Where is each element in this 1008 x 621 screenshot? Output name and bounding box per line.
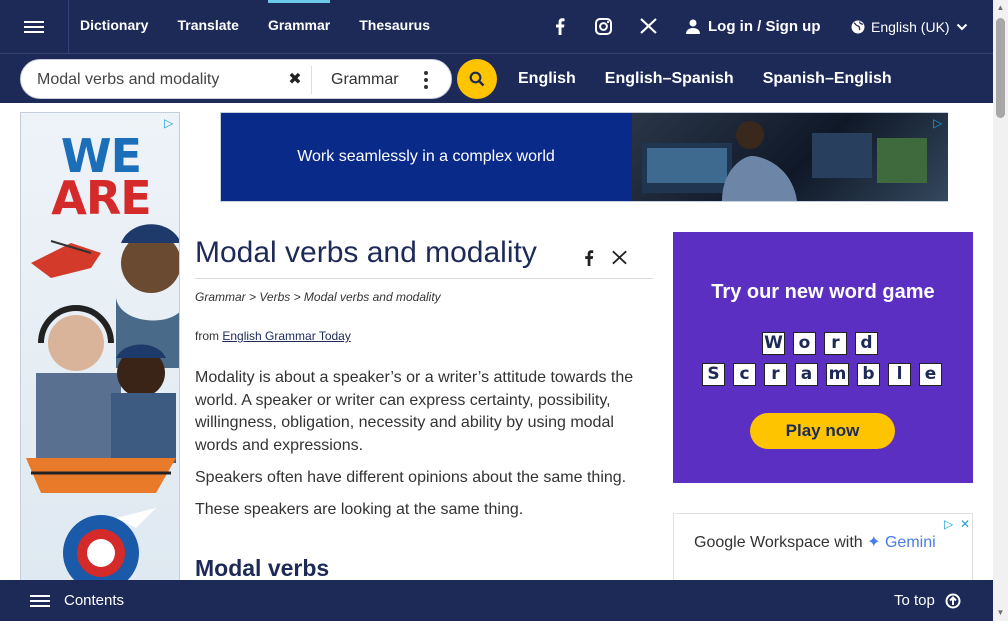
contents-label: Contents [64,592,125,609]
bottom-bar: Contents To top [0,580,993,621]
word-tile: b [857,363,880,386]
breadcrumb[interactable]: Grammar > Verbs > Modal verbs and modali… [195,290,441,304]
scroll-up-arrow[interactable]: ▲ [996,3,1005,12]
search-bar: Modal verbs and modality ✖ Grammar Engli… [0,53,993,103]
source-link[interactable]: English Grammar Today [222,329,351,343]
tab-english-spanish[interactable]: English–Spanish [605,70,734,88]
search-button[interactable] [457,59,497,99]
x-share-icon[interactable] [612,250,627,265]
share-icons [584,250,627,266]
word-tile: l [888,363,911,386]
word-tile: c [733,363,756,386]
to-top-label: To top [894,592,935,609]
dictionary-select[interactable]: Grammar [331,71,399,89]
nav-links: Dictionary Translate Grammar Thesaurus [80,0,459,53]
language-tabs: English English–Spanish Spanish–English [518,54,921,104]
scroll-down-arrow[interactable]: ▼ [996,608,1005,617]
ad-choices-icon[interactable]: ▷ [944,517,953,531]
ad-illustration [26,224,179,581]
top-navigation: Dictionary Translate Grammar Thesaurus L… [0,0,993,53]
title-divider [195,278,653,279]
arrow-up-circle-icon [945,593,961,608]
instagram-icon[interactable] [591,14,615,38]
word-tile: e [919,363,942,386]
login-link[interactable]: Log in / Sign up [686,0,820,53]
more-options-icon[interactable] [419,70,433,90]
search-icon [469,71,485,87]
banner-advertisement[interactable]: Work seamlessly in a complex world ▷ [220,112,948,202]
to-top-button[interactable]: To top [894,580,961,621]
tab-spanish-english[interactable]: Spanish–English [763,70,892,88]
facebook-icon[interactable] [548,14,572,38]
language-selector[interactable]: English (UK) [851,0,968,53]
word-game-ad[interactable]: Try our new word game WordScramble Play … [673,232,973,483]
nav-grammar[interactable]: Grammar [267,0,331,53]
left-advertisement[interactable]: WE ARE ▷ [20,112,180,582]
nav-thesaurus[interactable]: Thesaurus [359,0,430,53]
list-icon [30,592,50,610]
section-heading: Modal verbs [195,555,330,581]
x-icon[interactable] [636,14,660,38]
word-tile: W [762,332,785,355]
source-line: from English Grammar Today [195,329,351,343]
paragraph-1: Modality is about a speaker’s or a write… [195,369,634,454]
facebook-share-icon[interactable] [584,250,594,266]
menu-icon[interactable] [0,0,69,53]
contents-button[interactable]: Contents [30,580,124,621]
gw-label: Google Workspace with [694,534,863,551]
search-input[interactable]: Modal verbs and modality [37,71,287,89]
word-tile: o [793,332,816,355]
scrollbar[interactable]: ▲ ▼ [993,0,1008,621]
paragraph-3: These speakers are looking at the same t… [195,501,524,518]
scrollbar-thumb[interactable] [996,18,1005,118]
banner-text: Work seamlessly in a complex world [297,148,555,165]
user-icon [686,19,700,34]
nav-dictionary[interactable]: Dictionary [80,0,148,53]
search-box: Modal verbs and modality ✖ Grammar [20,59,452,99]
ad-choices-icon[interactable]: ▷ [164,116,173,130]
login-label: Log in / Sign up [708,18,821,35]
ad-choices-icon[interactable]: ▷ [933,116,942,130]
tab-english[interactable]: English [518,70,576,88]
gw-text: Google Workspace with ✦ Gemini [694,532,936,552]
word-tile: m [826,363,849,386]
divider [311,66,312,94]
language-label: English (UK) [871,18,950,35]
globe-icon [851,20,865,33]
clear-icon[interactable]: ✖ [287,71,303,89]
play-now-button[interactable]: Play now [750,413,895,449]
nav-translate[interactable]: Translate [177,0,238,53]
paragraph-2: Speakers often have different opinions a… [195,469,627,486]
word-tile: r [764,363,787,386]
word-tile: a [795,363,818,386]
gw-brand: ✦ Gemini [867,534,936,551]
word-tile: d [855,332,878,355]
banner-photo [632,113,948,201]
source-prefix: from [195,329,219,343]
word-tile: r [824,332,847,355]
chevron-down-icon [956,23,967,30]
word-tile: S [702,363,725,386]
game-title: Try our new word game [711,281,935,303]
page-title: Modal verbs and modality [195,236,537,269]
ad-close-icon[interactable]: ✕ [960,517,970,531]
